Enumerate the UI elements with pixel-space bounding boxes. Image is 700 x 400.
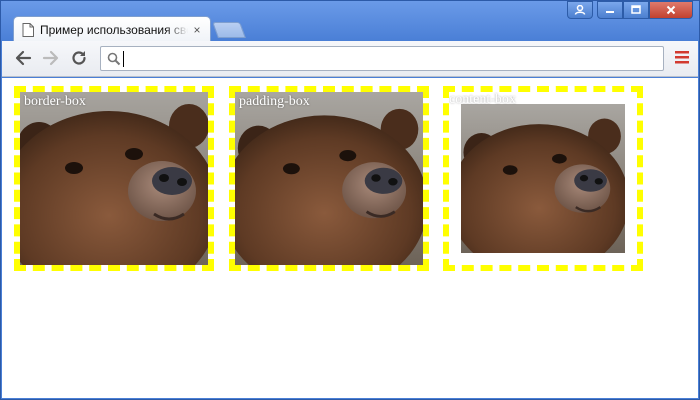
browser-window: Пример использования свойства background… bbox=[0, 0, 700, 400]
user-icon[interactable] bbox=[567, 1, 593, 19]
forward-arrow-icon[interactable] bbox=[40, 47, 62, 69]
magnifier-icon bbox=[107, 52, 121, 65]
new-tab-button[interactable] bbox=[212, 22, 246, 38]
bear-image bbox=[20, 92, 208, 265]
demo-padding-box: padding-box bbox=[229, 86, 429, 271]
tab-close-icon[interactable]: × bbox=[192, 23, 202, 37]
maximize-icon[interactable] bbox=[623, 1, 649, 19]
bear-image bbox=[449, 104, 630, 265]
hamburger-menu-icon[interactable] bbox=[674, 49, 690, 67]
back-arrow-icon[interactable] bbox=[12, 47, 34, 69]
demo-content-box: content-box bbox=[443, 86, 643, 271]
demo-label: content-box bbox=[449, 92, 516, 107]
address-input[interactable] bbox=[124, 48, 663, 69]
demo-border-box: border-box bbox=[14, 86, 214, 271]
tab-title: Пример использования свойства background… bbox=[40, 22, 188, 37]
window-controls bbox=[597, 1, 693, 19]
minimize-icon[interactable] bbox=[597, 1, 623, 19]
close-icon[interactable] bbox=[649, 1, 693, 19]
demo-label: padding-box bbox=[239, 94, 310, 109]
demo-label: border-box bbox=[24, 94, 86, 109]
reload-icon[interactable] bbox=[68, 47, 90, 69]
address-bar[interactable] bbox=[100, 46, 664, 71]
tab-active[interactable]: Пример использования свойства background… bbox=[13, 16, 211, 42]
page-content: border-box padding-box content-box bbox=[2, 78, 698, 398]
title-bar: Пример использования свойства background… bbox=[1, 1, 699, 42]
document-icon bbox=[22, 22, 34, 37]
bear-image bbox=[235, 92, 423, 265]
toolbar bbox=[2, 41, 698, 77]
